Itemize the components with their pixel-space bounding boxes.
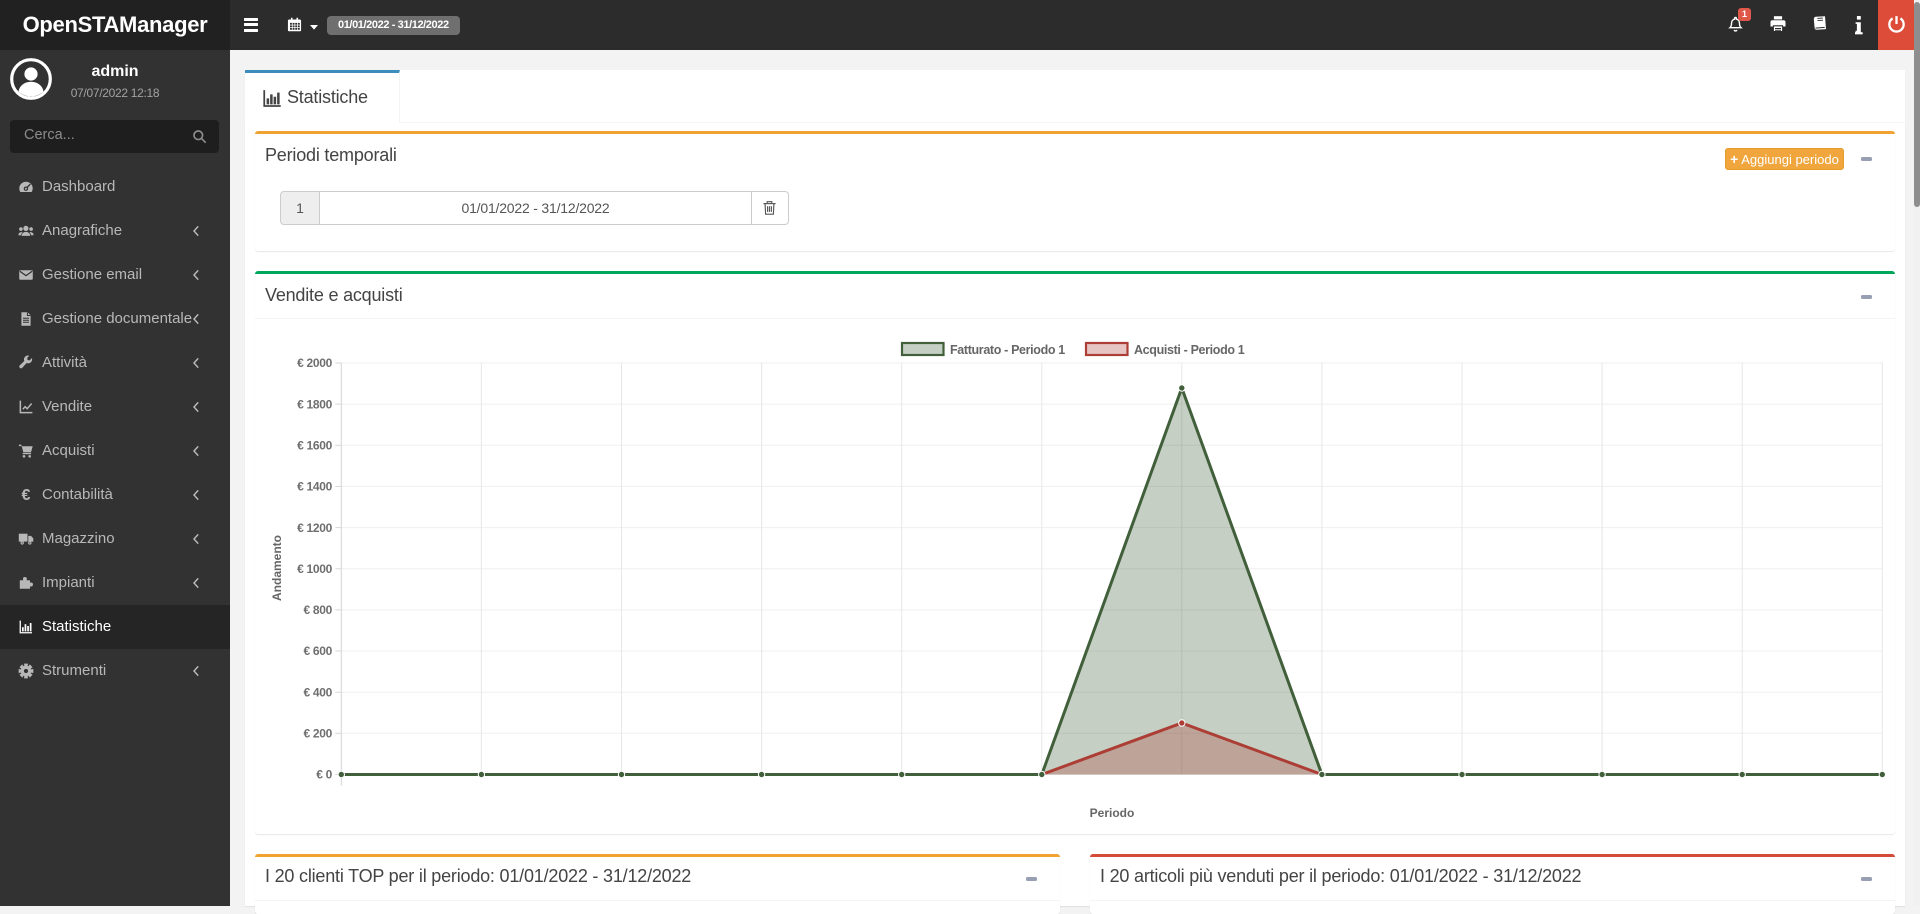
svg-text:€ 0: € 0 — [316, 768, 332, 782]
svg-text:€ 800: € 800 — [303, 603, 332, 617]
svg-text:€ 1800: € 1800 — [297, 397, 333, 411]
svg-text:Acquisti - Periodo 1: Acquisti - Periodo 1 — [1134, 343, 1245, 357]
svg-text:€ 1600: € 1600 — [297, 439, 333, 453]
svg-text:€: € — [22, 487, 31, 503]
svg-text:€ 1400: € 1400 — [297, 480, 333, 494]
svg-text:Fatturato - Periodo 1: Fatturato - Periodo 1 — [950, 343, 1065, 357]
svg-text:Periodo: Periodo — [1090, 806, 1135, 820]
svg-text:Andamento: Andamento — [270, 535, 284, 601]
svg-text:€ 200: € 200 — [303, 727, 332, 741]
svg-text:€ 400: € 400 — [303, 685, 332, 699]
svg-text:€ 1200: € 1200 — [297, 521, 333, 535]
svg-text:€ 600: € 600 — [303, 644, 332, 658]
svg-text:€ 2000: € 2000 — [297, 356, 333, 370]
svg-text:€ 1000: € 1000 — [297, 562, 333, 576]
